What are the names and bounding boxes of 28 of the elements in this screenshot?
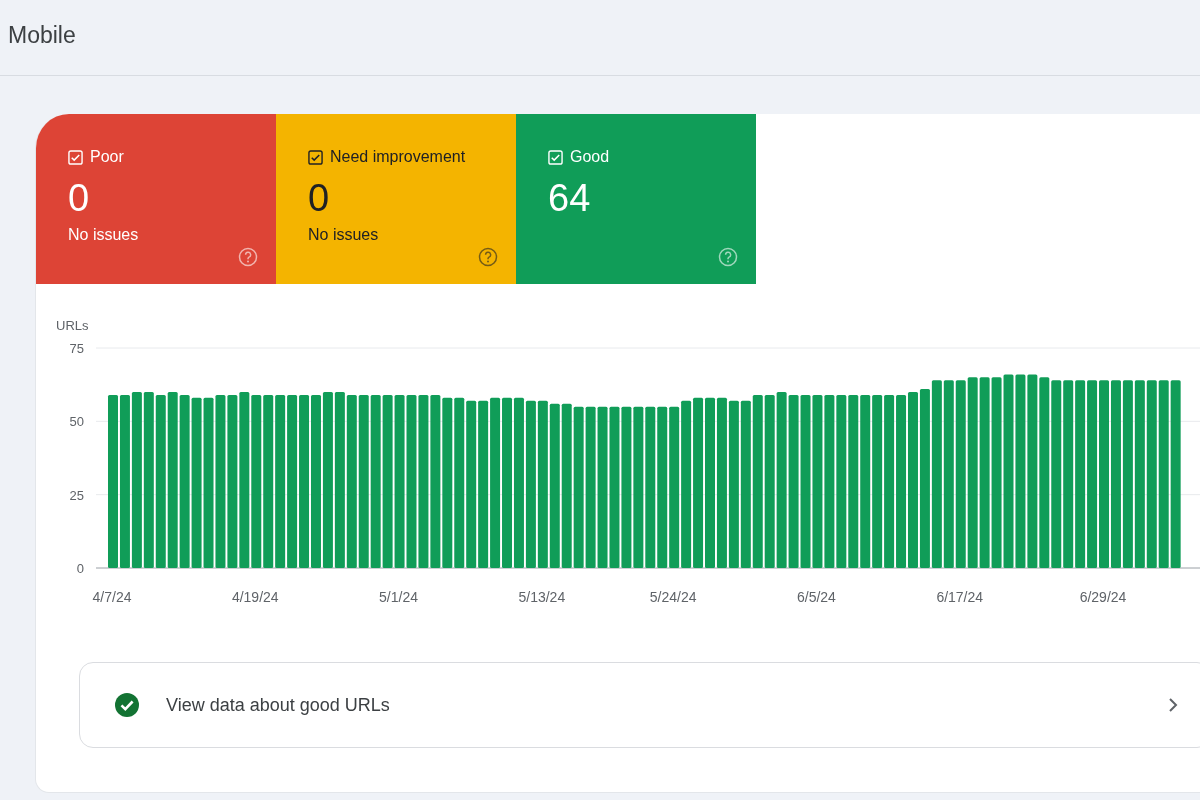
good-urls-link[interactable]: View data about good URLs [79, 662, 1200, 748]
x-tick-label: 5/24/24 [649, 589, 697, 605]
x-tick-label: 6/17/24 [936, 589, 984, 605]
tile-caption: No issues [68, 226, 140, 244]
x-tick-label: 4/7/24 [92, 589, 132, 605]
y-tick-label: 75 [69, 341, 84, 356]
x-tick-label: 6/5/24 [797, 589, 836, 605]
help-icon[interactable] [478, 247, 498, 267]
tile-caption: No issues [308, 226, 380, 244]
tile-count: 0 [68, 176, 90, 220]
axis-title: URLs [56, 318, 89, 333]
status-tile[interactable]: Need improvement 0 No issues [276, 114, 516, 284]
x-tick-label: 6/29/24 [1079, 589, 1127, 605]
x-tick-label: 4/19/24 [231, 589, 279, 605]
check-circle-icon [114, 692, 140, 718]
chevron-right-icon [1166, 696, 1180, 714]
checkbox[interactable] [308, 149, 323, 165]
tile-label: Good [570, 148, 610, 166]
page-title: Mobile [8, 22, 76, 49]
tile-count: 0 [308, 176, 330, 220]
tile-count: 64 [548, 176, 591, 220]
tile-label: Need improvement [330, 148, 466, 166]
y-tick-label: 0 [76, 561, 84, 576]
x-tick-label: 5/1/24 [379, 589, 419, 605]
y-tick-label: 50 [69, 414, 84, 430]
y-tick-label: 25 [69, 487, 84, 503]
tile-label: Poor [90, 148, 124, 166]
x-tick-label: 5/13/24 [518, 589, 566, 605]
